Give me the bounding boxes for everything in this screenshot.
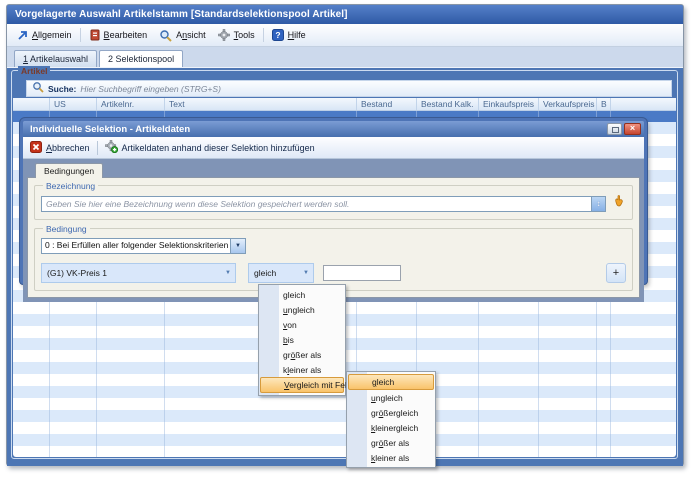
column-header-blank (611, 98, 676, 110)
submenu-item-gleich[interactable]: gleich (348, 374, 434, 390)
tab-bedingungen[interactable]: Bedingungen (35, 163, 103, 178)
dialog-title: Individuelle Selektion - Artikeldaten (30, 124, 190, 135)
window-titlebar: Vorgelagerte Auswahl Artikelstamm [Stand… (7, 5, 683, 24)
bedingungen-panel: Bezeichnung ↕ Bedingung 0 : Bei Erfüllen… (27, 177, 640, 298)
menubar-separator (80, 28, 81, 42)
field-combobox[interactable]: (G1) VK-Preis 1 ▼ (41, 263, 236, 283)
article-search-bar[interactable]: Suche: Hier Suchbegriff eingeben (STRG+S… (26, 80, 672, 97)
menu-bearbeiten[interactable]: Bearbeiten (83, 25, 154, 45)
operator-menu-item-gr-er-als[interactable]: größer als (259, 347, 345, 362)
condition-value-input[interactable] (323, 265, 401, 281)
submenu-item-kleinergleich[interactable]: kleinergleich (347, 420, 435, 435)
main-window: Vorgelagerte Auswahl Artikelstamm [Stand… (6, 4, 684, 466)
bezeichnung-group-label: Bezeichnung (43, 181, 98, 191)
column-header-verkaufspreis[interactable]: Verkaufspreis (539, 98, 597, 110)
bezeichnung-input[interactable] (42, 197, 591, 211)
gear-icon (218, 29, 230, 41)
column-header-b[interactable]: B (597, 98, 611, 110)
article-table-header: USArtikelnr.TextBestandBestand Kalk.Eink… (13, 98, 676, 111)
comparison-submenu: gleichungleichgrößergleichkleinergleichg… (346, 371, 436, 468)
hand-icon[interactable] (612, 194, 626, 213)
chevron-down-icon[interactable]: ▼ (230, 239, 245, 253)
operator-menu-item-bis[interactable]: bis (259, 332, 345, 347)
operator-combobox[interactable]: gleich ▼ (248, 263, 314, 283)
column-header-artikelnr[interactable]: Artikelnr. (97, 98, 165, 110)
add-selection-button[interactable]: Artikeldaten anhand dieser Selektion hin… (105, 140, 315, 155)
arrow-up-right-icon (17, 30, 28, 41)
bedingung-group-label: Bedingung (43, 224, 90, 234)
bezeichnung-dropdown-button[interactable]: ↕ (591, 197, 605, 211)
column-header-text[interactable]: Text (165, 98, 357, 110)
menubar: Allgemein Bearbeiten Ansicht (7, 24, 683, 47)
bedingung-group: Bedingung 0 : Bei Erfüllen aller folgend… (34, 228, 633, 291)
artikel-group-label: Artikel (18, 66, 50, 76)
menu-hilfe[interactable]: ? Hilfe (266, 25, 312, 45)
bezeichnung-combobox[interactable]: ↕ (41, 196, 606, 212)
column-header-bestand[interactable]: Bestand (357, 98, 417, 110)
submenu-item-gr-er-als[interactable]: größer als (347, 435, 435, 450)
menu-allgemein[interactable]: Allgemein (11, 25, 78, 45)
operator-menu-item-kleiner-als[interactable]: kleiner als (259, 362, 345, 377)
submenu-item-kleiner-als[interactable]: kleiner als (347, 450, 435, 465)
cancel-button[interactable]: Abbrechen (30, 141, 90, 155)
operator-menu-item-ungleich[interactable]: ungleich (259, 302, 345, 317)
svg-text:?: ? (275, 30, 280, 40)
selection-dialog: Individuelle Selektion - Artikeldaten × … (20, 118, 647, 284)
tab-selektionspool[interactable]: 2 Selektionspool (99, 50, 183, 67)
operator-menu-item-vergleich-mit-feld[interactable]: Vergleich mit Feld (260, 377, 344, 393)
operator-menu-item-gleich[interactable]: gleich (259, 287, 345, 302)
window-title: Vorgelagerte Auswahl Artikelstamm [Stand… (15, 9, 348, 20)
restore-button[interactable] (607, 123, 622, 135)
selektionspool-page: Artikel Suche: Hier Suchbegriff eingeben… (7, 68, 683, 466)
operator-dropdown-menu: gleichungleichvonbisgrößer alskleiner al… (258, 284, 346, 396)
column-header-einkaufspreis[interactable]: Einkaufspreis (479, 98, 539, 110)
notebook-icon (89, 29, 100, 41)
bezeichnung-group: Bezeichnung ↕ (34, 185, 633, 220)
cancel-x-icon (30, 141, 42, 155)
column-header-bestand-kalk[interactable]: Bestand Kalk. (417, 98, 479, 110)
gear-add-icon (105, 140, 118, 155)
search-placeholder: Hier Suchbegriff eingeben (STRG+S) (80, 84, 221, 94)
help-icon: ? (272, 29, 284, 41)
menu-tools[interactable]: Tools (212, 25, 261, 45)
chevron-down-icon: ▼ (299, 270, 313, 276)
tab-artikelauswahl[interactable]: 1 Artikelauswahl (14, 50, 97, 67)
operator-menu-item-von[interactable]: von (259, 317, 345, 332)
dialog-body: Bedingungen Bezeichnung ↕ Bedingung (23, 159, 644, 302)
search-label: Suche: (48, 84, 76, 94)
menubar-separator (263, 28, 264, 42)
magnifier-icon (159, 29, 172, 42)
column-header-blank (13, 98, 50, 110)
condition-mode-combobox[interactable]: 0 : Bei Erfüllen aller folgender Selekti… (41, 238, 246, 254)
submenu-item-ungleich[interactable]: ungleich (347, 390, 435, 405)
column-header-us[interactable]: US (50, 98, 97, 110)
main-tabstrip: 1 Artikelauswahl 2 Selektionspool (7, 47, 683, 68)
add-condition-button[interactable]: + (606, 263, 626, 283)
submenu-item-gr-ergleich[interactable]: größergleich (347, 405, 435, 420)
close-button[interactable]: × (624, 123, 641, 135)
chevron-down-icon: ▼ (221, 270, 235, 276)
dialog-toolbar: Abbrechen (23, 137, 644, 159)
condition-row: (G1) VK-Preis 1 ▼ gleich ▼ + (41, 263, 626, 283)
dialog-titlebar: Individuelle Selektion - Artikeldaten × (23, 121, 644, 137)
toolbar-separator (97, 141, 98, 155)
search-icon (32, 80, 44, 98)
menu-ansicht[interactable]: Ansicht (153, 25, 212, 45)
